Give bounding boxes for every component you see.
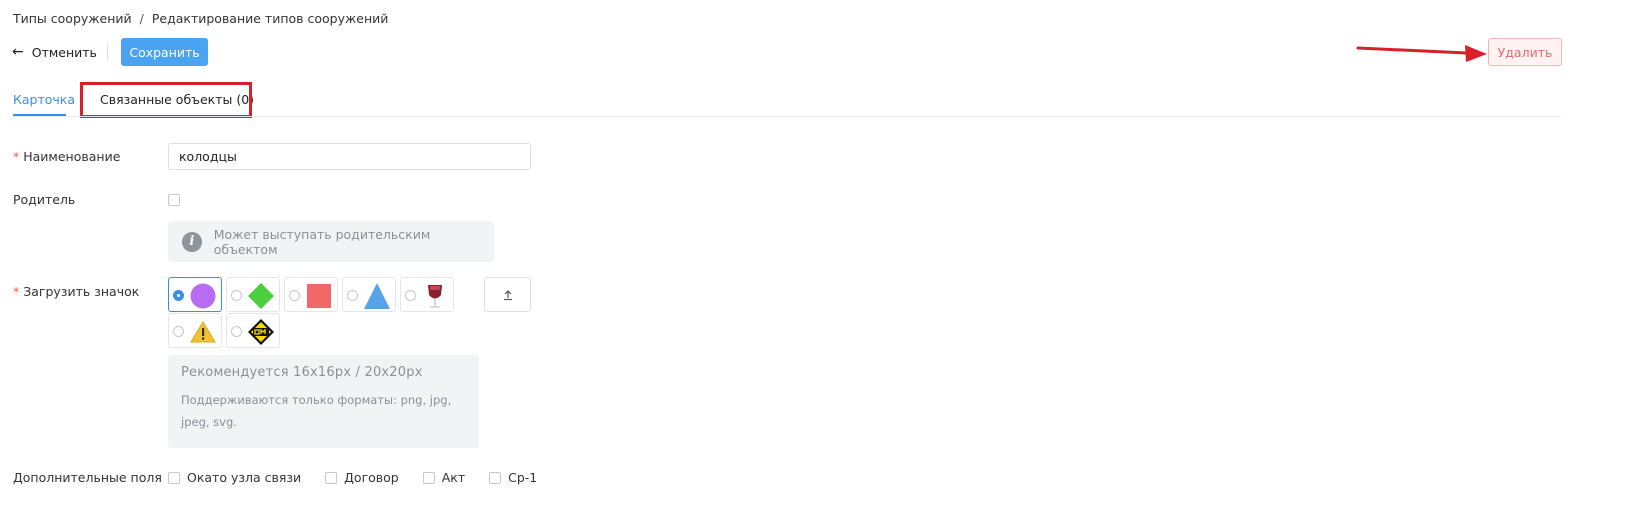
icon-option-diamond[interactable] <box>226 277 280 312</box>
icon-radio[interactable] <box>405 290 416 301</box>
icon-option-square[interactable] <box>284 277 338 312</box>
red-square-icon <box>307 284 331 308</box>
toolbar-divider <box>107 44 108 60</box>
breadcrumb-separator: / <box>139 11 144 26</box>
icon-radio-selected[interactable] <box>173 290 184 301</box>
recommendation-text: Поддерживаются только форматы: png, jpg,… <box>181 393 452 429</box>
tabs-divider <box>13 116 1561 117</box>
save-button[interactable]: Сохранить <box>121 38 208 66</box>
parent-checkbox[interactable] <box>168 194 180 206</box>
okato-label: Окато узла связи <box>187 470 302 485</box>
upload-icon <box>503 289 512 300</box>
purple-circle-icon <box>190 283 216 309</box>
icon-option-warning[interactable] <box>168 313 222 348</box>
act-checkbox[interactable] <box>422 471 435 484</box>
annotation-highlight-box <box>80 82 252 118</box>
info-icon: i <box>182 231 202 252</box>
green-diamond-icon <box>248 283 274 309</box>
icon-label: * Загрузить значок <box>13 284 139 299</box>
arrow-left-icon: ← <box>12 44 24 60</box>
breadcrumb-current: Редактирование типов сооружений <box>151 11 389 26</box>
delete-button[interactable]: Удалить <box>1488 38 1562 66</box>
icon-option-circle[interactable] <box>168 277 222 312</box>
name-label-text: Наименование <box>23 149 121 164</box>
icon-radio[interactable] <box>347 290 358 301</box>
extra-fields-group: Окато узла связи Договор Акт Ср-1 <box>168 470 561 485</box>
icon-recommendation-box: Рекомендуется 16x16px / 20x20px Поддержи… <box>168 355 479 448</box>
extra-fields-label: Дополнительные поля <box>13 470 162 485</box>
warning-icon <box>190 321 216 343</box>
act-label: Акт <box>441 470 466 485</box>
extra-field-sr1[interactable]: Ср-1 <box>489 470 537 485</box>
blue-triangle-icon <box>364 283 390 309</box>
extra-field-contract[interactable]: Договор <box>325 470 399 485</box>
sr1-checkbox[interactable] <box>489 471 502 484</box>
parent-hint-text: Может выступать родительским объектом <box>213 226 431 257</box>
parent-hint-box: i Может выступать родительским объектом <box>168 221 494 262</box>
cancel-button[interactable]: ← Отменить <box>12 42 97 62</box>
extra-field-okato[interactable]: Окато узла связи <box>168 470 301 485</box>
breadcrumb: Типы сооружений / Редактирование типов соо… <box>13 11 388 26</box>
contract-label: Договор <box>344 470 399 485</box>
contract-checkbox[interactable] <box>325 471 338 484</box>
icon-option-cm[interactable] <box>226 313 280 348</box>
tab-card[interactable]: Карточка <box>13 92 75 107</box>
parent-label: Родитель <box>13 192 76 207</box>
okato-checkbox[interactable] <box>168 471 180 484</box>
icon-radio[interactable] <box>289 290 300 301</box>
wine-glass-icon <box>428 285 442 308</box>
recommendation-title: Рекомендуется 16x16px / 20x20px <box>181 365 423 380</box>
required-mark: * <box>13 284 20 299</box>
upload-button[interactable] <box>484 277 531 312</box>
sr1-label: Ср-1 <box>508 470 538 485</box>
required-mark: * <box>13 149 20 164</box>
cancel-label: Отменить <box>31 44 97 60</box>
icon-label-text: Загрузить значок <box>23 284 140 299</box>
cm-diamond-icon <box>248 319 274 345</box>
icon-radio[interactable] <box>231 326 242 337</box>
extra-field-act[interactable]: Акт <box>422 470 466 485</box>
icon-radio[interactable] <box>231 290 242 301</box>
icon-option-wine[interactable] <box>400 277 454 312</box>
annotation-arrow <box>1356 45 1487 62</box>
breadcrumb-root[interactable]: Типы сооружений <box>13 11 132 26</box>
icon-option-triangle[interactable] <box>342 277 396 312</box>
name-input[interactable] <box>168 143 531 170</box>
icon-radio[interactable] <box>173 326 184 337</box>
name-label: * Наименование <box>13 149 120 164</box>
